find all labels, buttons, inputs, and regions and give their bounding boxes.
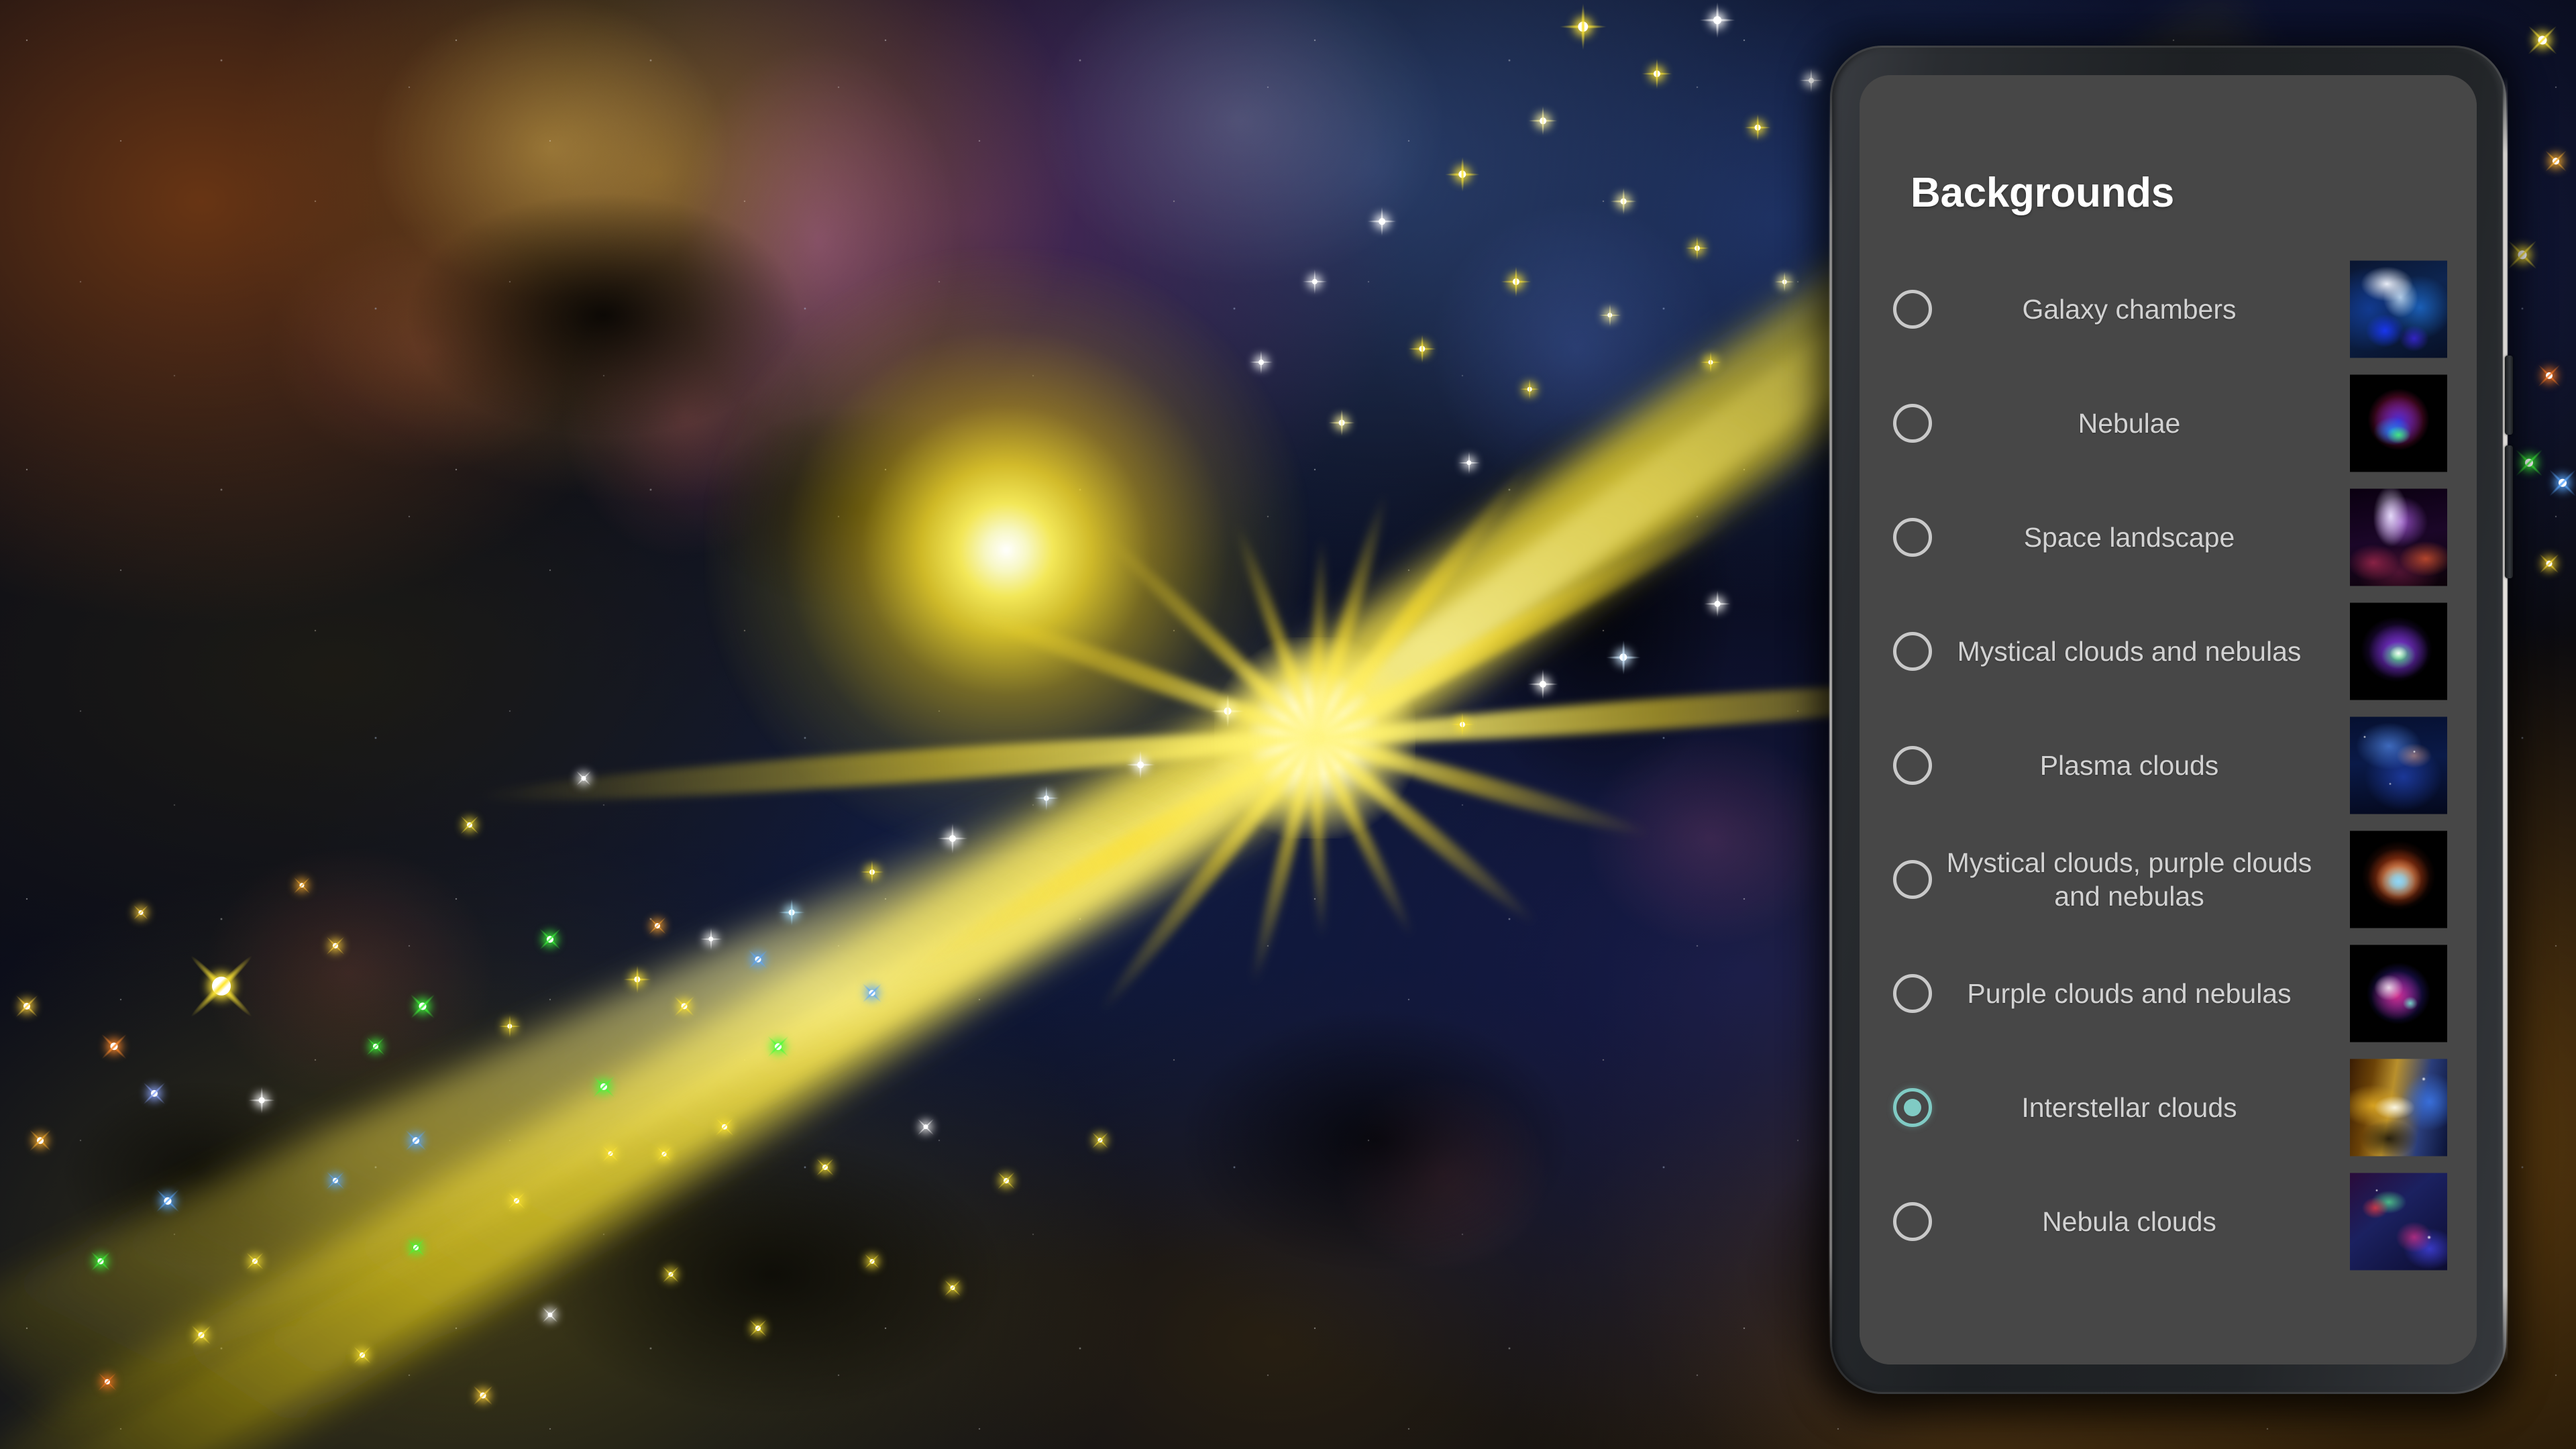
- nebulae-thumbnail[interactable]: [2350, 374, 2447, 472]
- background-option-label: Nebula clouds: [2042, 1206, 2216, 1237]
- radio-button-dot: [1904, 1099, 1921, 1116]
- thumbnail-artwork: [2350, 602, 2447, 700]
- background-option-row[interactable]: Space landscape: [1860, 480, 2477, 594]
- background-option-label: Mystical clouds and nebulas: [1957, 636, 2302, 667]
- thumbnail-artwork: [2350, 488, 2447, 586]
- phone-left-edge-highlight: [1829, 86, 1832, 1354]
- background-option-row[interactable]: Nebula clouds: [1860, 1165, 2477, 1279]
- mystical-clouds-purple-clouds-and-nebulas-thumbnail[interactable]: [2350, 830, 2447, 928]
- phone-mockup: Backgrounds Galaxy chambers Nebulae Space …: [1814, 28, 2520, 1414]
- background-option-row[interactable]: Galaxy chambers: [1860, 252, 2477, 366]
- mystical-clouds-and-nebulas-thumbnail[interactable]: [2350, 602, 2447, 700]
- background-option-label: Interstellar clouds: [2021, 1092, 2237, 1123]
- thumbnail-artwork: [2350, 945, 2447, 1042]
- thumbnail-artwork: [2350, 374, 2447, 472]
- backgrounds-dialog: Backgrounds Galaxy chambers Nebulae Space …: [1860, 75, 2477, 1364]
- background-option-label: Space landscape: [2023, 522, 2235, 553]
- thumbnail-artwork: [2350, 1059, 2447, 1157]
- background-option-label: Nebulae: [2078, 408, 2181, 439]
- page-title: Backgrounds: [1911, 170, 2174, 216]
- thumbnail-artwork: [2350, 830, 2447, 928]
- background-option-row[interactable]: Plasma clouds: [1860, 708, 2477, 822]
- phone-right-edge-highlight: [2503, 76, 2508, 1363]
- background-option-row[interactable]: Nebulae: [1860, 366, 2477, 480]
- thumbnail-artwork: [2350, 260, 2447, 358]
- screen: Backgrounds Galaxy chambers Nebulae Space …: [0, 0, 2576, 1449]
- phone-power-button[interactable]: [2505, 445, 2513, 578]
- background-option-label: Plasma clouds: [2039, 750, 2219, 781]
- galaxy-chambers-thumbnail[interactable]: [2350, 260, 2447, 358]
- background-option-row[interactable]: Mystical clouds and nebulas: [1860, 594, 2477, 708]
- background-option-row[interactable]: Interstellar clouds: [1860, 1051, 2477, 1165]
- background-option-row[interactable]: Purple clouds and nebulas: [1860, 936, 2477, 1051]
- background-option-label: Mystical clouds, purple clouds and nebul…: [1946, 847, 2312, 912]
- phone-screen: Backgrounds Galaxy chambers Nebulae Space …: [1860, 75, 2477, 1364]
- background-option-row[interactable]: Mystical clouds, purple clouds and nebul…: [1860, 822, 2477, 936]
- background-option-label: Galaxy chambers: [2022, 294, 2237, 325]
- background-option-label: Purple clouds and nebulas: [1967, 978, 2292, 1009]
- thumbnail-artwork: [2350, 716, 2447, 814]
- purple-clouds-and-nebulas-thumbnail[interactable]: [2350, 945, 2447, 1042]
- nebula-clouds-thumbnail[interactable]: [2350, 1173, 2447, 1271]
- backgrounds-option-list[interactable]: Galaxy chambers Nebulae Space landscape Mys…: [1860, 239, 2477, 1364]
- interstellar-clouds-thumbnail[interactable]: [2350, 1059, 2447, 1157]
- thumbnail-artwork: [2350, 1173, 2447, 1271]
- phone-volume-button[interactable]: [2505, 356, 2513, 435]
- space-landscape-thumbnail[interactable]: [2350, 488, 2447, 586]
- plasma-clouds-thumbnail[interactable]: [2350, 716, 2447, 814]
